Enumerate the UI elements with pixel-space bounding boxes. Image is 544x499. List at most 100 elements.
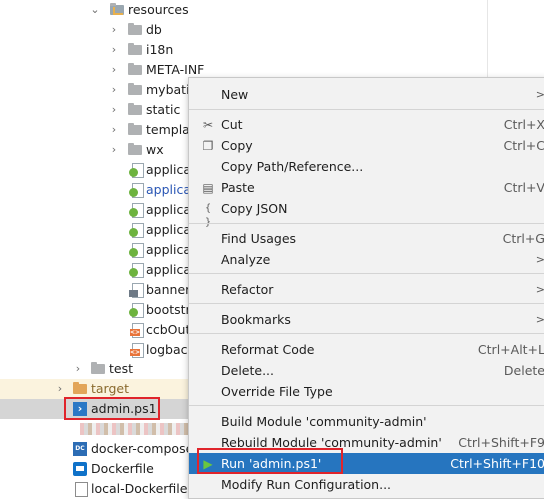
tree-item-label: wx: [146, 142, 164, 157]
chevron-right-icon[interactable]: ›: [108, 20, 120, 40]
menu-item-label: Copy JSON: [221, 201, 288, 216]
folder-icon: [128, 63, 142, 75]
chevron-right-icon[interactable]: ›: [108, 40, 120, 60]
menu-item-paste[interactable]: ▤ Paste Ctrl+V: [189, 177, 544, 198]
menu-item-label: Copy: [221, 138, 253, 153]
submenu-arrow-icon: >: [535, 253, 544, 266]
chevron-right-icon[interactable]: ›: [108, 100, 120, 120]
menu-item-delete[interactable]: Delete... Delete: [189, 360, 544, 381]
spring-config-icon: [129, 303, 144, 318]
chevron-right-icon[interactable]: ›: [54, 379, 66, 399]
folder-icon: [128, 23, 142, 35]
copy-icon: ❐: [202, 139, 214, 153]
submenu-arrow-icon: >: [535, 88, 544, 101]
shortcut-label: Ctrl+Shift+F9: [458, 435, 544, 450]
menu-separator: [189, 303, 544, 304]
menu-separator: [189, 333, 544, 334]
annotation-highlight-box: [197, 448, 343, 474]
tree-item-label: i18n: [146, 42, 174, 57]
menu-item-copy[interactable]: ❐ Copy Ctrl+C: [189, 135, 544, 156]
spring-config-icon: [129, 183, 144, 198]
shortcut-label: Ctrl+Shift+F10: [450, 456, 544, 471]
menu-item-label: Find Usages: [221, 231, 297, 246]
tree-item-label: test: [109, 361, 134, 376]
menu-item-label: Reformat Code: [221, 342, 315, 357]
menu-item-label: Cut: [221, 117, 243, 132]
folder-icon: [128, 83, 142, 95]
resources-folder-icon: [110, 3, 124, 15]
docker-compose-icon: DC: [73, 442, 87, 456]
redacted-area: [80, 423, 188, 435]
folder-icon: [128, 123, 142, 135]
menu-item-copy-path[interactable]: Copy Path/Reference...: [189, 156, 544, 177]
tree-item-i18n[interactable]: › i18n: [0, 40, 544, 60]
shortcut-label: Ctrl+V: [503, 180, 544, 195]
folder-icon: [91, 362, 105, 374]
tree-item-label: target: [91, 381, 130, 396]
menu-item-override-file-type[interactable]: Override File Type: [189, 381, 544, 402]
shortcut-label: Delete: [503, 363, 544, 378]
submenu-arrow-icon: >: [535, 313, 544, 326]
chevron-right-icon[interactable]: ›: [108, 60, 120, 80]
menu-item-label: Paste: [221, 180, 255, 195]
menu-item-reformat-code[interactable]: Reformat Code Ctrl+Alt+L: [189, 339, 544, 360]
shortcut-label: Ctrl+Alt+L: [477, 342, 544, 357]
menu-separator: [189, 273, 544, 274]
menu-item-analyze[interactable]: Analyze >: [189, 249, 544, 270]
json-braces-icon: { }: [204, 203, 212, 228]
chevron-down-icon[interactable]: ⌄: [89, 0, 101, 20]
spring-config-icon: [129, 243, 144, 258]
chevron-right-icon[interactable]: ›: [108, 140, 120, 160]
menu-item-label: Refactor: [221, 282, 274, 297]
menu-item-label: Override File Type: [221, 384, 333, 399]
spring-config-icon: [129, 263, 144, 278]
menu-item-copy-json[interactable]: { } Copy JSON: [189, 198, 544, 228]
menu-item-build-module[interactable]: Build Module 'community-admin': [189, 411, 544, 432]
menu-item-label: Copy Path/Reference...: [221, 159, 364, 174]
tree-item-resources[interactable]: ⌄ resources: [0, 0, 544, 20]
text-file-icon: [129, 283, 144, 298]
menu-item-label: Delete...: [221, 363, 274, 378]
menu-separator: [189, 223, 544, 224]
chevron-right-icon[interactable]: ›: [108, 80, 120, 100]
tree-item-label: bootstr: [146, 302, 191, 317]
menu-item-label: Build Module 'community-admin': [221, 414, 427, 429]
clipboard-icon: ▤: [202, 181, 214, 195]
chevron-right-icon[interactable]: ›: [72, 359, 84, 379]
spring-config-icon: [129, 203, 144, 218]
shortcut-label: Ctrl+X: [503, 117, 544, 132]
docker-icon: [73, 462, 87, 476]
menu-item-refactor[interactable]: Refactor >: [189, 279, 544, 300]
tree-item-label: docker-compose: [91, 441, 194, 456]
context-menu: New > ✂ Cut Ctrl+X ❐ Copy Ctrl+C Copy Pa…: [188, 77, 544, 499]
scissors-icon: ✂: [202, 118, 214, 132]
tree-item-label: local-Dockerfile: [91, 481, 188, 496]
tree-item-label: Dockerfile: [91, 461, 154, 476]
tree-item-db[interactable]: › db: [0, 20, 544, 40]
excluded-folder-icon: [73, 382, 87, 394]
spring-config-icon: [129, 163, 144, 178]
submenu-arrow-icon: >: [535, 283, 544, 296]
tree-item-label: db: [146, 22, 162, 37]
menu-item-label: Modify Run Configuration...: [221, 477, 392, 492]
menu-item-modify-run-configuration[interactable]: Modify Run Configuration...: [189, 474, 544, 495]
chevron-right-icon[interactable]: ›: [108, 120, 120, 140]
folder-icon: [128, 43, 142, 55]
text-file-icon: [75, 482, 88, 497]
menu-item-bookmarks[interactable]: Bookmarks >: [189, 309, 544, 330]
menu-item-find-usages[interactable]: Find Usages Ctrl+G: [189, 228, 544, 249]
xml-file-icon: <>: [130, 323, 144, 338]
spring-config-icon: [129, 223, 144, 238]
tree-item-label: static: [146, 102, 181, 117]
menu-item-new[interactable]: New >: [189, 84, 544, 105]
menu-item-label: New: [221, 87, 249, 102]
menu-item-cut[interactable]: ✂ Cut Ctrl+X: [189, 114, 544, 135]
annotation-highlight-box: [64, 397, 160, 420]
menu-separator: [189, 109, 544, 110]
shortcut-label: Ctrl+C: [503, 138, 544, 153]
tree-item-label: resources: [128, 2, 189, 17]
folder-icon: [128, 143, 142, 155]
xml-file-icon: <>: [130, 343, 144, 358]
folder-icon: [128, 103, 142, 115]
menu-item-label: Bookmarks: [221, 312, 291, 327]
